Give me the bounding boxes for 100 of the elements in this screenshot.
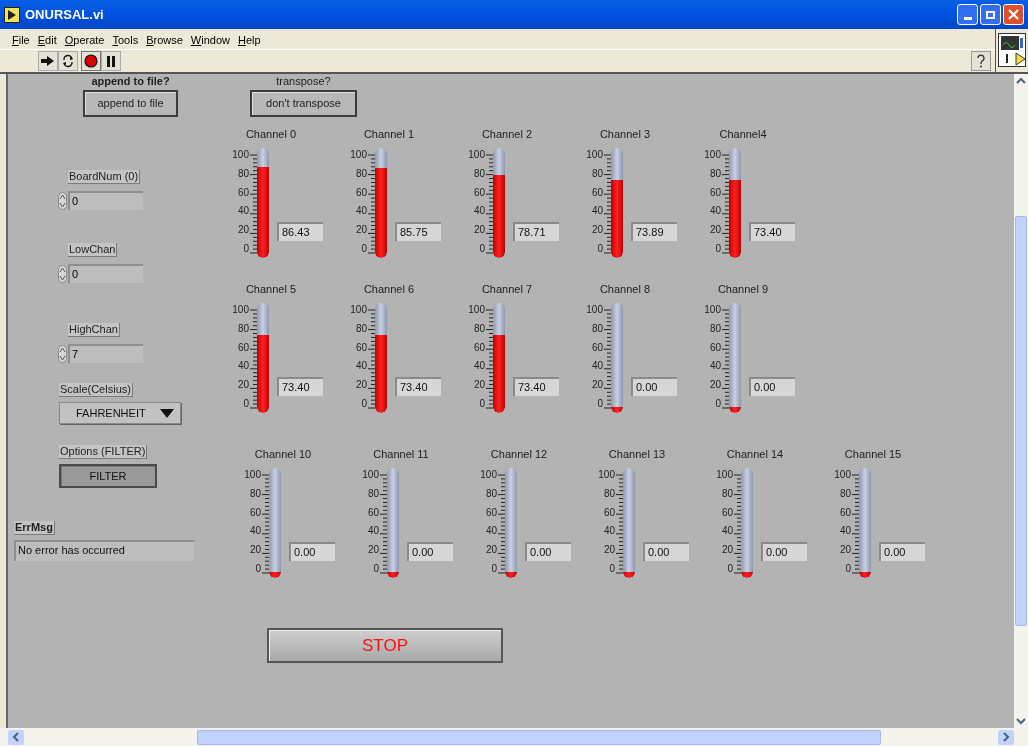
menu-item[interactable]: Help bbox=[238, 31, 261, 49]
stop-circle-icon bbox=[84, 54, 98, 68]
scale-label: 80 bbox=[237, 168, 249, 179]
channel-label: Channel 12 bbox=[489, 449, 549, 460]
channel-label: Channel 6 bbox=[362, 284, 416, 295]
value-display: 0.00 bbox=[289, 542, 335, 561]
scale-label: 100 bbox=[244, 470, 261, 480]
scroll-right-button[interactable] bbox=[998, 729, 1014, 745]
vertical-scrollbar[interactable] bbox=[1014, 74, 1028, 728]
numeric-field[interactable]: 0 bbox=[68, 264, 143, 283]
scale-label: 80 bbox=[839, 488, 851, 499]
scale-label: 40 bbox=[591, 206, 603, 217]
append-to-file-button[interactable]: append to file bbox=[83, 90, 178, 117]
channel-label: Channel 5 bbox=[244, 284, 298, 295]
value-display: 73.40 bbox=[277, 377, 323, 396]
menu-item[interactable]: File bbox=[12, 31, 30, 49]
menu-item[interactable]: Tools bbox=[112, 31, 139, 49]
scale-label: 60 bbox=[237, 187, 249, 198]
scroll-left-icon bbox=[12, 732, 20, 742]
scale-label: 60 bbox=[237, 342, 249, 353]
scale-label: 100 bbox=[586, 305, 603, 315]
run-continuously-button[interactable] bbox=[58, 51, 78, 71]
scale-label: 60 bbox=[249, 507, 261, 518]
scale-label: 0 bbox=[715, 244, 721, 254]
scale-label: 20 bbox=[709, 225, 721, 236]
scale-label: 100 bbox=[586, 150, 603, 160]
scale-label: 100 bbox=[232, 150, 249, 160]
scale-label: 40 bbox=[485, 526, 497, 537]
scale-label: 0 bbox=[491, 564, 497, 574]
scale-label: 100 bbox=[704, 150, 721, 160]
transpose-button[interactable]: don't transpose bbox=[250, 90, 357, 117]
spinner-icon[interactable] bbox=[58, 191, 67, 210]
close-button[interactable] bbox=[1003, 4, 1024, 25]
scale-label: 20 bbox=[485, 545, 497, 556]
channel-label: Channel 7 bbox=[480, 284, 534, 295]
channel-label: Channel4 bbox=[718, 129, 768, 140]
control-label: append to file? bbox=[91, 75, 170, 87]
menu-item[interactable]: Operate bbox=[64, 31, 105, 49]
channel-label: Channel 3 bbox=[598, 129, 652, 140]
help-button[interactable] bbox=[971, 51, 991, 71]
horizontal-scrollbar[interactable] bbox=[0, 728, 1028, 746]
channel-label: Channel 1 bbox=[362, 129, 416, 140]
value-display: 85.75 bbox=[395, 222, 441, 241]
restore-button[interactable] bbox=[980, 4, 1001, 25]
loop-arrows-icon bbox=[61, 54, 75, 68]
control-label: Scale(Celsius) bbox=[59, 383, 133, 397]
scale-label: 0 bbox=[373, 564, 379, 574]
control-label: transpose? bbox=[276, 75, 331, 87]
scale-label: 20 bbox=[249, 545, 261, 556]
scale-label: 100 bbox=[480, 470, 497, 480]
scroll-thumb[interactable] bbox=[197, 729, 881, 745]
channel-label: Channel 13 bbox=[607, 449, 667, 460]
pause-icon bbox=[106, 55, 116, 67]
scale-label: 60 bbox=[485, 507, 497, 518]
scale-label: 100 bbox=[598, 470, 615, 480]
scale-dropdown[interactable]: FAHRENHEIT bbox=[59, 402, 181, 424]
scale-label: 40 bbox=[237, 206, 249, 217]
pause-button[interactable] bbox=[101, 51, 121, 71]
value-display: 0.00 bbox=[761, 542, 807, 561]
scroll-thumb[interactable] bbox=[1015, 216, 1027, 626]
run-button[interactable] bbox=[38, 51, 58, 71]
filter-button[interactable]: FILTER bbox=[59, 464, 157, 488]
menu-item[interactable]: Window bbox=[190, 31, 230, 49]
scale-label: 60 bbox=[709, 342, 721, 353]
numeric-field[interactable]: 7 bbox=[68, 344, 143, 363]
scale-label: 80 bbox=[355, 323, 367, 334]
vi-connector-icon[interactable] bbox=[998, 33, 1026, 67]
scale-label: 60 bbox=[591, 187, 603, 198]
scale-label: 40 bbox=[367, 526, 379, 537]
numeric-field[interactable]: 0 bbox=[68, 191, 143, 210]
scale-label: 40 bbox=[237, 361, 249, 372]
scale-label: 80 bbox=[237, 323, 249, 334]
control-label: ErrMsg bbox=[14, 521, 55, 535]
scroll-right-icon bbox=[1002, 732, 1010, 742]
scale-label: 100 bbox=[834, 470, 851, 480]
channel-label: Channel 15 bbox=[843, 449, 903, 460]
scale-label: 100 bbox=[350, 305, 367, 315]
scale-label: 60 bbox=[367, 507, 379, 518]
control-label: LowChan bbox=[68, 243, 118, 257]
menu-item[interactable]: Edit bbox=[37, 31, 57, 49]
scale-label: 60 bbox=[355, 187, 367, 198]
scale-label: 100 bbox=[232, 305, 249, 315]
value-display: 0.00 bbox=[525, 542, 571, 561]
scale-label: 20 bbox=[237, 380, 249, 391]
abort-button[interactable] bbox=[81, 51, 101, 71]
scale-label: 20 bbox=[473, 380, 485, 391]
scroll-left-button[interactable] bbox=[8, 729, 24, 745]
scale-label: 0 bbox=[243, 399, 249, 409]
scale-label: 60 bbox=[839, 507, 851, 518]
spinner-icon[interactable] bbox=[58, 264, 67, 283]
channel-label: Channel 11 bbox=[372, 449, 430, 460]
menu-item[interactable]: Browse bbox=[146, 31, 183, 49]
scale-label: 0 bbox=[597, 399, 603, 409]
value-display: 0.00 bbox=[631, 377, 677, 396]
spinner-icon[interactable] bbox=[58, 344, 67, 363]
scale-label: 0 bbox=[727, 564, 733, 574]
scale-label: 100 bbox=[704, 305, 721, 315]
channel-label: Channel 10 bbox=[253, 449, 313, 460]
scale-label: 0 bbox=[255, 564, 261, 574]
minimize-button[interactable] bbox=[957, 4, 978, 25]
